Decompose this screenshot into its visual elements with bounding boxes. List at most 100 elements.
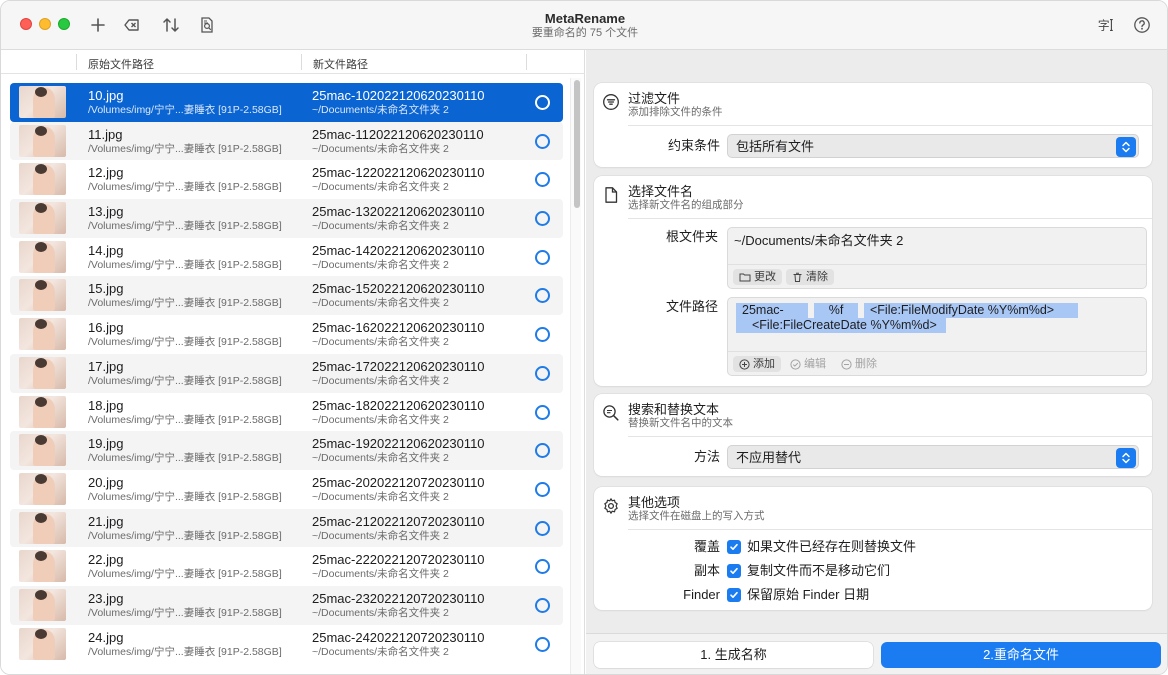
table-row[interactable]: 10.jpg/Volumes/img/宁宁...妻睡衣 [91P-2.58GB]… <box>10 83 563 122</box>
text-cursor-icon: 字 <box>1098 19 1113 33</box>
file-path: /Volumes/img/宁宁...妻睡衣 [91P-2.58GB] <box>88 220 282 233</box>
scrollbar-thumb[interactable] <box>574 80 580 208</box>
new-file-name: 25mac-222022120720230110 <box>312 552 485 568</box>
svg-text:字: 字 <box>1098 19 1110 33</box>
status-circle-icon <box>535 288 550 304</box>
edit-token-button[interactable]: 编辑 <box>784 356 832 372</box>
new-file-path: ~/Documents/未命名文件夹 2 <box>312 336 449 349</box>
zoom-window-button[interactable] <box>58 18 70 30</box>
checkmark-icon <box>730 543 738 550</box>
table-row[interactable]: 12.jpg/Volumes/img/宁宁...妻睡衣 [91P-2.58GB]… <box>10 160 563 199</box>
token-prefix[interactable]: 25mac- <box>736 303 808 318</box>
delete-token-button[interactable]: 删除 <box>835 356 883 372</box>
list-scrollbar[interactable] <box>570 78 581 674</box>
copy-checkbox[interactable] <box>727 564 741 578</box>
generate-names-button[interactable]: 1. 生成名称 <box>594 642 873 668</box>
add-token-button[interactable]: 添加 <box>733 356 781 372</box>
file-thumbnail <box>19 588 66 621</box>
file-path: /Volumes/img/宁宁...妻睡衣 [91P-2.58GB] <box>88 490 282 503</box>
file-name: 21.jpg <box>88 513 124 529</box>
table-row[interactable]: 24.jpg/Volumes/img/宁宁...妻睡衣 [91P-2.58GB]… <box>10 625 563 664</box>
table-row[interactable]: 23.jpg/Volumes/img/宁宁...妻睡衣 [91P-2.58GB]… <box>10 585 563 625</box>
method-select[interactable]: 不应用替代 <box>727 445 1139 469</box>
edit-token-label: 编辑 <box>804 358 826 370</box>
change-folder-button[interactable]: 更改 <box>733 269 782 285</box>
token-filename[interactable]: %f <box>814 303 858 318</box>
close-window-button[interactable] <box>20 18 32 30</box>
table-row[interactable]: 22.jpg/Volumes/img/宁宁...妻睡衣 [91P-2.58GB]… <box>10 547 563 586</box>
remove-files-button[interactable] <box>119 12 145 38</box>
constraint-select[interactable]: 包括所有文件 <box>727 134 1139 158</box>
add-files-button[interactable] <box>85 12 111 38</box>
naming-subtitle: 选择新文件名的组成部分 <box>628 199 744 211</box>
table-row[interactable]: 19.jpg/Volumes/img/宁宁...妻睡衣 [91P-2.58GB]… <box>10 431 563 470</box>
finder-text[interactable]: 保留原始 Finder 日期 <box>747 587 869 603</box>
column-separator <box>301 54 302 70</box>
status-circle-icon <box>535 481 550 497</box>
copy-label: 副本 <box>693 563 720 578</box>
file-thumbnail <box>19 202 66 235</box>
file-name: 13.jpg <box>88 204 124 220</box>
token-create-date[interactable]: <File:FileCreateDate %Y%m%d> <box>736 318 946 333</box>
file-path-label: 文件路径 <box>665 299 718 314</box>
constraint-value: 包括所有文件 <box>736 139 815 154</box>
table-row[interactable]: 13.jpg/Volumes/img/宁宁...妻睡衣 [91P-2.58GB]… <box>10 199 563 238</box>
table-row[interactable]: 11.jpg/Volumes/img/宁宁...妻睡衣 [91P-2.58GB]… <box>10 121 563 161</box>
token-modify-date[interactable]: <File:FileModifyDate %Y%m%d> <box>864 303 1078 318</box>
divider <box>628 529 1152 530</box>
clear-folder-button[interactable]: 清除 <box>786 269 834 285</box>
app-title: MetaRename <box>544 11 626 26</box>
delete-key-icon <box>124 19 139 31</box>
text-format-button[interactable]: 字 <box>1093 12 1119 38</box>
status-circle-icon <box>535 365 550 381</box>
new-file-path: ~/Documents/未命名文件夹 2 <box>312 568 449 581</box>
table-row[interactable]: 17.jpg/Volumes/img/宁宁...妻睡衣 [91P-2.58GB]… <box>10 353 563 393</box>
file-name: 17.jpg <box>88 358 124 374</box>
overwrite-checkbox[interactable] <box>727 540 741 554</box>
table-row[interactable]: 16.jpg/Volumes/img/宁宁...妻睡衣 [91P-2.58GB]… <box>10 315 563 354</box>
constraint-label: 约束条件 <box>667 138 720 153</box>
copy-text[interactable]: 复制文件而不是移动它们 <box>747 563 890 579</box>
file-path: /Volumes/img/宁宁...妻睡衣 [91P-2.58GB] <box>88 336 282 349</box>
window-title: MetaRename 要重命名的 75 个文件 <box>435 11 735 41</box>
status-circle-icon <box>535 404 550 420</box>
settings-panel: 过滤文件 添加排除文件的条件 约束条件 包括所有文件 选择文件名 选择新文件名的… <box>586 50 1167 674</box>
sort-button[interactable] <box>158 12 184 38</box>
options-title: 其他选项 <box>628 495 681 510</box>
status-circle-icon <box>535 559 550 575</box>
new-file-name: 25mac-162022120620230110 <box>312 320 485 336</box>
table-row[interactable]: 20.jpg/Volumes/img/宁宁...妻睡衣 [91P-2.58GB]… <box>10 470 563 509</box>
filter-files-card: 过滤文件 添加排除文件的条件 约束条件 包括所有文件 <box>594 83 1152 167</box>
column-separator <box>526 54 527 70</box>
minimize-window-button[interactable] <box>39 18 51 30</box>
finder-label: Finder <box>683 587 720 602</box>
file-thumbnail <box>19 472 66 505</box>
help-icon <box>1134 17 1150 33</box>
checkmark-icon <box>730 567 738 574</box>
preview-button[interactable] <box>194 12 220 38</box>
add-token-label: 添加 <box>753 358 775 370</box>
app-window: MetaRename 要重命名的 75 个文件 字 原始文件路径 新文件路径 1… <box>0 0 1168 675</box>
table-row[interactable]: 15.jpg/Volumes/img/宁宁...妻睡衣 [91P-2.58GB]… <box>10 276 563 316</box>
new-file-path: ~/Documents/未命名文件夹 2 <box>312 142 449 155</box>
new-file-path: ~/Documents/未命名文件夹 2 <box>312 413 449 426</box>
table-row[interactable]: 14.jpg/Volumes/img/宁宁...妻睡衣 [91P-2.58GB]… <box>10 238 563 277</box>
table-row[interactable]: 21.jpg/Volumes/img/宁宁...妻睡衣 [91P-2.58GB]… <box>10 508 563 548</box>
divider <box>628 125 1152 126</box>
table-row[interactable]: 18.jpg/Volumes/img/宁宁...妻睡衣 [91P-2.58GB]… <box>10 393 563 432</box>
file-thumbnail <box>19 163 66 196</box>
rename-files-button[interactable]: 2.重命名文件 <box>881 642 1161 668</box>
overwrite-text[interactable]: 如果文件已经存在则替换文件 <box>747 539 916 555</box>
finder-checkbox[interactable] <box>727 588 741 602</box>
titlebar: MetaRename 要重命名的 75 个文件 字 <box>1 1 1167 50</box>
column-header-original[interactable]: 原始文件路径 <box>88 56 154 72</box>
options-subtitle: 选择文件在磁盘上的写入方式 <box>628 510 765 522</box>
file-name: 14.jpg <box>88 242 124 258</box>
file-path-field[interactable]: 25mac- %f <File:FileModifyDate %Y%m%d> <… <box>727 297 1147 376</box>
new-file-path: ~/Documents/未命名文件夹 2 <box>312 181 449 194</box>
chevron-up-down-icon <box>1116 137 1136 157</box>
column-header-new[interactable]: 新文件路径 <box>313 56 368 72</box>
file-list-panel: 原始文件路径 新文件路径 10.jpg/Volumes/img/宁宁...妻睡衣… <box>1 50 585 674</box>
help-button[interactable] <box>1129 12 1155 38</box>
root-folder-toolbar: 更改 清除 <box>728 264 1146 288</box>
